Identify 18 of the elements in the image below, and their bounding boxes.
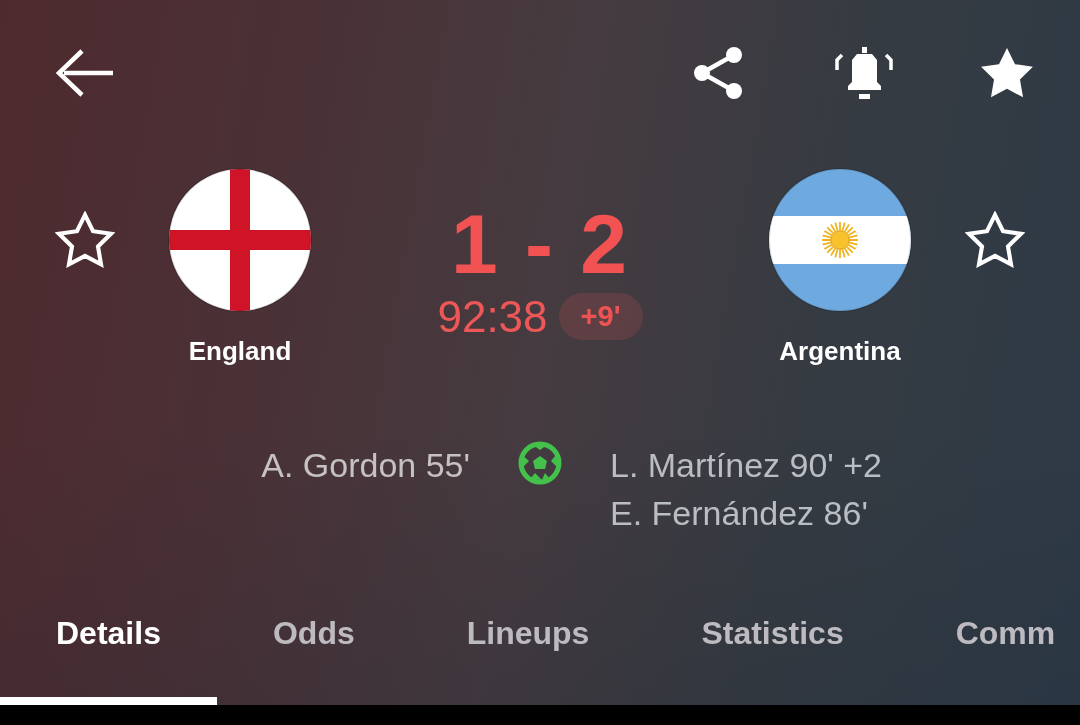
soccer-ball-icon	[518, 441, 562, 485]
team-name: England	[188, 336, 292, 367]
match-clock: 92:38	[437, 293, 548, 340]
tab[interactable]: Statistics	[645, 589, 900, 705]
goal-scorer: A. Gordon 55'	[261, 445, 470, 486]
share-icon[interactable]	[693, 45, 743, 100]
goal-scorer: E. Fernández 86'	[610, 493, 868, 534]
tab[interactable]: Lineups	[410, 589, 646, 705]
star-outline-icon[interactable]	[55, 211, 115, 268]
star-outline-icon[interactable]	[965, 211, 1025, 268]
tab[interactable]: Details	[0, 589, 217, 705]
added-time-badge: +9'	[558, 293, 643, 340]
score-text: 1 - 2	[450, 202, 630, 286]
tab[interactable]: Comm	[899, 589, 1056, 705]
team-name: Argentina	[779, 336, 901, 367]
goal-scorer: L. Martínez 90' +2	[610, 445, 883, 486]
tab[interactable]: Odds	[216, 589, 411, 705]
bell-ringing-icon[interactable]	[833, 44, 895, 101]
